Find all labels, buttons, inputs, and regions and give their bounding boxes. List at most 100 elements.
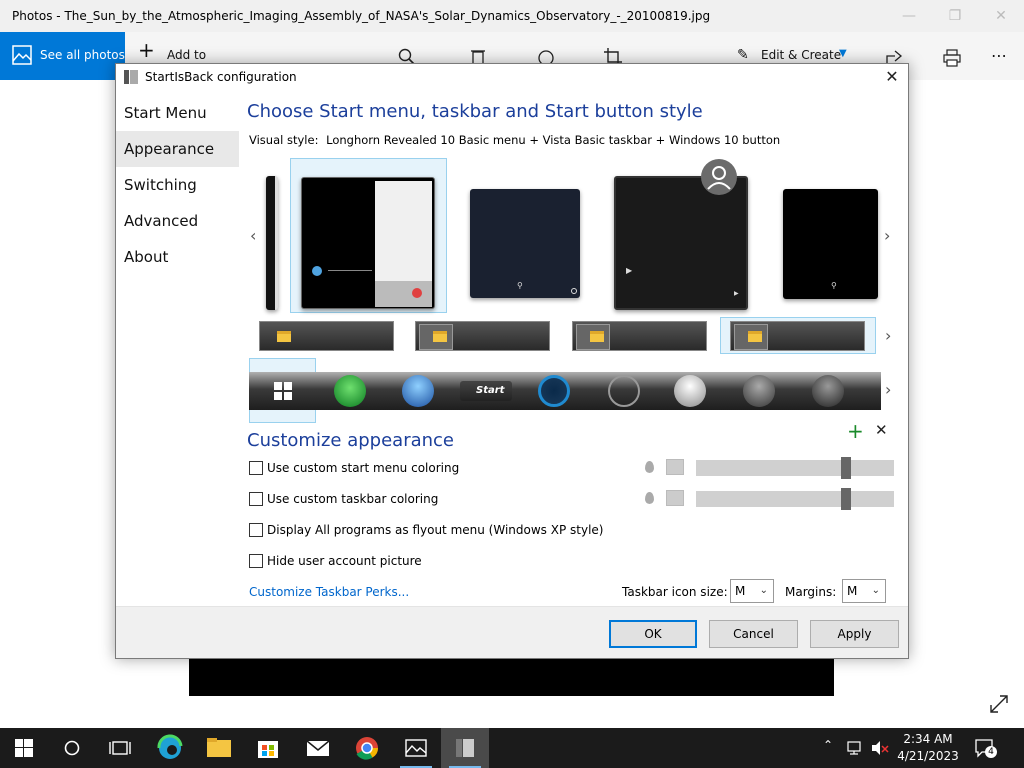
- taskbar-style-thumbnail-3[interactable]: [572, 321, 707, 351]
- chevron-down-icon: ⌄: [759, 585, 768, 596]
- dialog-title: StartIsBack configuration: [145, 70, 297, 84]
- chevron-down-icon: ▼: [839, 48, 847, 59]
- user-orb-icon: [312, 266, 322, 276]
- checkbox[interactable]: [249, 554, 263, 568]
- power-icon: [571, 288, 577, 294]
- dialog-titlebar: StartIsBack configuration ✕: [116, 64, 908, 90]
- dark-orb-button-icon[interactable]: [743, 375, 775, 407]
- clover-button-icon[interactable]: [334, 375, 366, 407]
- edge-icon[interactable]: [146, 728, 194, 768]
- menu-style-thumbnail-2[interactable]: ⚲: [470, 189, 580, 298]
- taskbar-style-thumbnail-selected[interactable]: [720, 317, 876, 354]
- photos-icon: [12, 45, 32, 65]
- taskbar-icon-size-select[interactable]: M ⌄: [730, 579, 774, 603]
- menu-style-thumbnail-3[interactable]: ▶ ▶: [614, 176, 748, 310]
- option-custom-start-menu-coloring[interactable]: Use custom start menu coloring: [249, 461, 459, 477]
- visual-style-label: Visual style:: [249, 133, 319, 147]
- fullscreen-icon[interactable]: [988, 693, 1010, 715]
- startisback-icon: [124, 70, 138, 84]
- menu-style-thumbnail-partial[interactable]: [266, 176, 278, 310]
- taskbar-style-thumbnail-1[interactable]: [259, 321, 394, 351]
- menu-style-prev-arrow[interactable]: ‹: [250, 226, 256, 245]
- customize-heading: Customize appearance: [247, 430, 454, 451]
- vista-orb-button-icon[interactable]: [402, 375, 434, 407]
- slider-thumb[interactable]: [841, 488, 851, 510]
- task-view-icon[interactable]: [96, 728, 144, 768]
- start-button-next-arrow[interactable]: ›: [885, 380, 891, 399]
- more-options-icon[interactable]: ⋯: [991, 46, 1007, 70]
- margins-label: Margins:: [785, 585, 837, 599]
- menu-style-next-arrow[interactable]: ›: [884, 226, 890, 245]
- taskbar-style-next-arrow[interactable]: ›: [885, 326, 891, 345]
- margins-select[interactable]: M ⌄: [842, 579, 886, 603]
- option-flyout-all-programs[interactable]: Display All programs as flyout menu (Win…: [249, 523, 603, 539]
- photos-taskbar-button[interactable]: [392, 728, 440, 768]
- xp-start-button[interactable]: Start: [460, 381, 512, 401]
- startisback-dialog: StartIsBack configuration ✕ Start Menu A…: [115, 63, 909, 659]
- power-button-icon: [412, 288, 422, 298]
- visual-style-line: Visual style: Longhorn Revealed 10 Basic…: [249, 133, 780, 147]
- ok-button[interactable]: OK: [609, 620, 697, 648]
- file-explorer-icon[interactable]: [195, 728, 243, 768]
- add-to-label: Add to: [167, 48, 207, 62]
- clock-time: 2:34 AM: [903, 732, 953, 746]
- start-menu-transparency-slider[interactable]: [696, 457, 894, 479]
- minimize-button[interactable]: —: [886, 0, 932, 32]
- xp-start-button-label: Start: [476, 385, 505, 396]
- color-drop-icon: [645, 461, 654, 473]
- checkbox[interactable]: [249, 492, 263, 506]
- blue-ring-button-icon[interactable]: [538, 375, 570, 407]
- show-hidden-icons-chevron-icon[interactable]: ⌃: [823, 738, 833, 752]
- see-all-photos-button[interactable]: See all photos: [0, 32, 125, 80]
- notification-count-badge: 4: [985, 746, 997, 758]
- dialog-close-button[interactable]: ✕: [876, 64, 908, 90]
- network-icon[interactable]: [846, 740, 864, 756]
- option-custom-taskbar-coloring[interactable]: Use custom taskbar coloring: [249, 492, 438, 508]
- action-center-icon[interactable]: 4: [974, 738, 997, 758]
- cancel-button[interactable]: Cancel: [709, 620, 798, 648]
- close-window-button[interactable]: ✕: [978, 0, 1024, 32]
- nav-appearance[interactable]: Appearance: [116, 131, 239, 167]
- edit-create-label: Edit & Create: [761, 48, 842, 62]
- menu-style-thumbnail-4[interactable]: ⚲: [783, 189, 878, 299]
- start-menu-color-swatch[interactable]: [666, 459, 684, 475]
- nav-advanced[interactable]: Advanced: [116, 203, 239, 239]
- taskbar-transparency-slider[interactable]: [696, 488, 894, 510]
- nav-switching[interactable]: Switching: [116, 167, 239, 203]
- add-icon[interactable]: +: [847, 419, 864, 443]
- slider-thumb[interactable]: [841, 457, 851, 479]
- customize-taskbar-perks-link[interactable]: Customize Taskbar Perks...: [249, 585, 409, 599]
- option-hide-user-picture[interactable]: Hide user account picture: [249, 554, 422, 570]
- taskbar-color-swatch[interactable]: [666, 490, 684, 506]
- system-clock[interactable]: 2:34 AM 4/21/2023: [893, 731, 963, 765]
- apply-button[interactable]: Apply: [810, 620, 899, 648]
- grey-orb-button-icon[interactable]: [812, 375, 844, 407]
- chevron-down-icon: ⌄: [871, 585, 880, 596]
- menu-style-thumbnail-selected[interactable]: [290, 158, 447, 313]
- checkbox[interactable]: [249, 461, 263, 475]
- chrome-icon[interactable]: [343, 728, 391, 768]
- photos-app-icon: [405, 739, 427, 757]
- remove-icon[interactable]: ✕: [875, 421, 888, 439]
- checkbox[interactable]: [249, 523, 263, 537]
- store-icon[interactable]: [244, 728, 292, 768]
- search-icon[interactable]: [48, 728, 96, 768]
- restore-button[interactable]: ❐: [932, 0, 978, 32]
- windows-start-icon[interactable]: [0, 728, 48, 768]
- taskbar-style-thumbnail-2[interactable]: [415, 321, 550, 351]
- user-account-picture-icon: [701, 159, 737, 195]
- white-orb-button-icon[interactable]: [674, 375, 706, 407]
- print-icon[interactable]: [943, 46, 961, 70]
- nav-about[interactable]: About: [116, 239, 239, 275]
- taskbar-icon-size-label: Taskbar icon size:: [622, 585, 728, 599]
- style-heading: Choose Start menu, taskbar and Start but…: [247, 101, 703, 122]
- see-all-photos-label: See all photos: [40, 48, 125, 62]
- folder-icon: [277, 331, 291, 342]
- clock-date: 4/21/2023: [897, 749, 959, 763]
- windows10-button-icon[interactable]: [267, 375, 299, 407]
- mail-icon[interactable]: [294, 728, 342, 768]
- nav-start-menu[interactable]: Start Menu: [116, 95, 239, 131]
- volume-muted-icon[interactable]: [870, 740, 890, 756]
- startisback-taskbar-button[interactable]: [441, 728, 489, 768]
- power-orb-button-icon[interactable]: [608, 375, 640, 407]
